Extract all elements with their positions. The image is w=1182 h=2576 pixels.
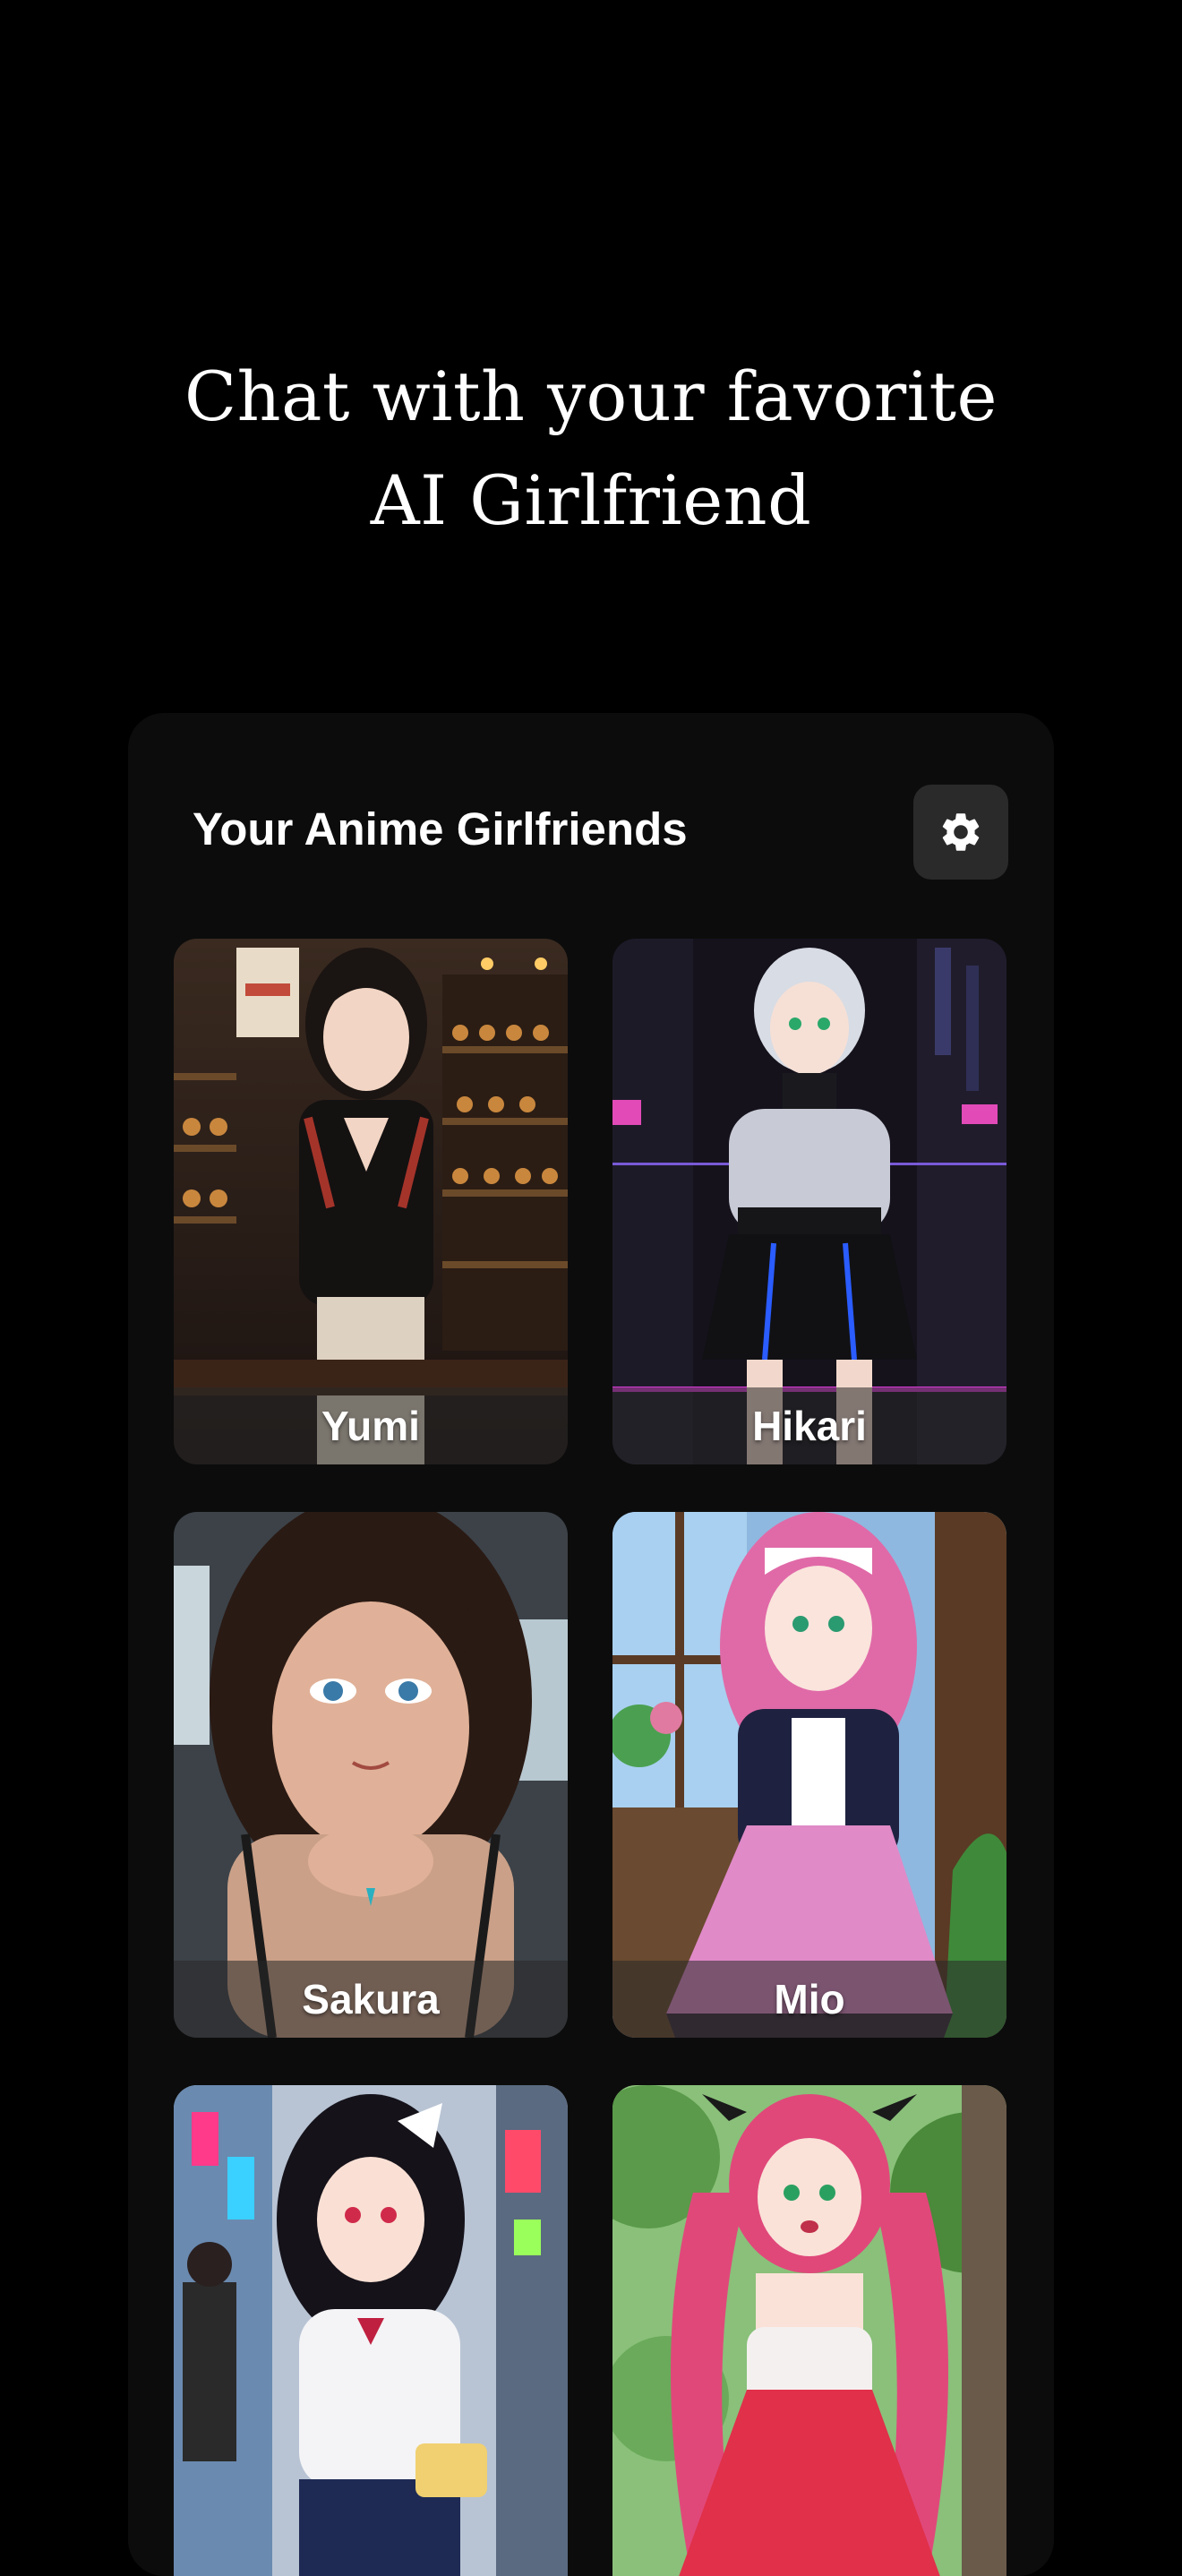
character-name: Yumi (321, 1403, 420, 1449)
character-image (174, 2085, 568, 2576)
character-name: Hikari (752, 1403, 867, 1449)
character-image (174, 939, 568, 1464)
character-image (612, 939, 1006, 1464)
character-card-hikari[interactable]: Hikari (612, 939, 1006, 1464)
girlfriends-panel: Your Anime Girlfriends Yumi Hikari Sakur… (128, 713, 1054, 2576)
hero-line-2: AI Girlfriend (370, 460, 812, 540)
character-card-sakura[interactable]: Sakura (174, 1512, 568, 2038)
hero-line-1: Chat with your favorite (184, 356, 998, 436)
character-card-6[interactable] (612, 2085, 1006, 2576)
character-name: Sakura (302, 1976, 440, 2022)
character-card-yumi[interactable]: Yumi (174, 939, 568, 1464)
gear-icon (938, 809, 984, 855)
character-image (612, 1512, 1006, 2038)
character-card-mio[interactable]: Mio (612, 1512, 1006, 2038)
panel-title: Your Anime Girlfriends (193, 803, 688, 854)
character-image (174, 1512, 568, 2038)
hero-heading: Chat with your favorite AI Girlfriend (0, 345, 1182, 553)
character-name: Mio (774, 1976, 845, 2022)
character-card-5[interactable] (174, 2085, 568, 2576)
settings-button[interactable] (913, 785, 1008, 880)
character-image (612, 2085, 1006, 2576)
